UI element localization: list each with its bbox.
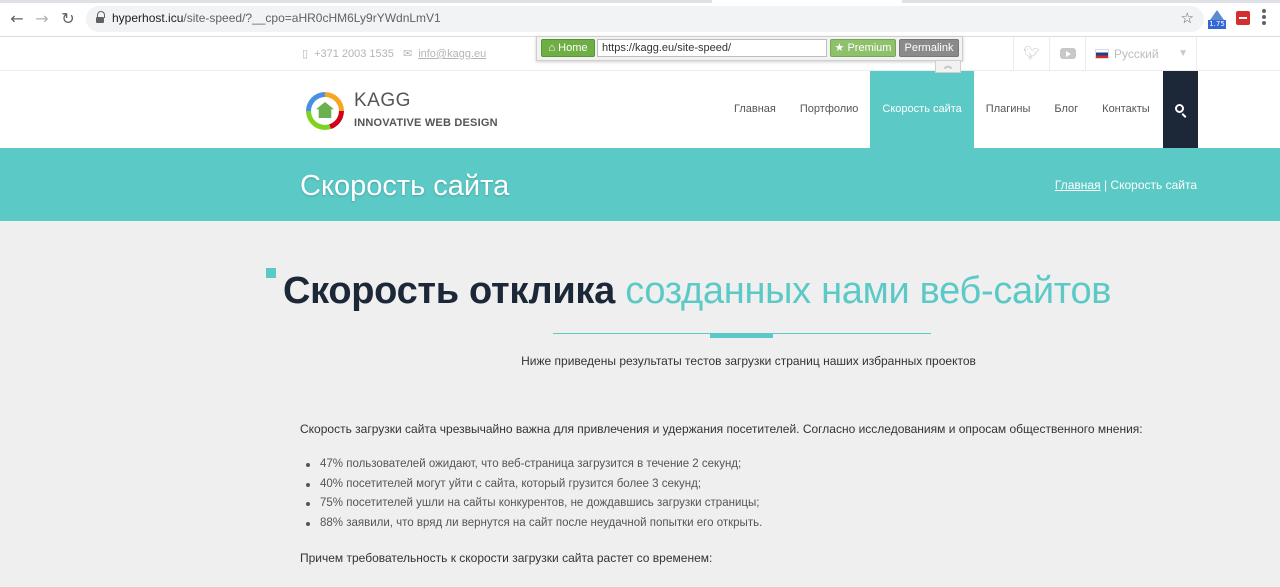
browser-menu-icon[interactable] [1262, 9, 1266, 27]
nav-item-blog[interactable]: Блог [1042, 71, 1090, 148]
language-label: Русский [1114, 46, 1159, 61]
premium-label: Premium [847, 42, 892, 54]
phone-number: +371 2003 1535 [314, 48, 394, 60]
bookmarklet-url-input[interactable]: https://kagg.eu/site-speed/ [597, 39, 827, 57]
forward-arrow-icon[interactable]: → [32, 9, 52, 29]
breadcrumb: Главная | Скорость сайта [1055, 178, 1197, 192]
language-selector[interactable]: Русский ▼ [1085, 37, 1197, 70]
youtube-icon [1059, 48, 1076, 59]
extension-icon[interactable]: 1.75 [1208, 10, 1226, 30]
heading-accent-text: созданных нами веб-сайтов [625, 270, 1112, 312]
logo-subtitle: INNOVATIVE WEB DESIGN [354, 117, 498, 129]
nav-item-home[interactable]: Главная [722, 71, 788, 148]
heading-divider-accent [710, 334, 773, 338]
bookmarklet-home-button[interactable]: ⌂ Home [541, 39, 595, 57]
url-path: /site-speed/?__cpo=aHR0cHM6Ly9rYWdnLmV1 [183, 11, 441, 25]
search-icon [1175, 104, 1184, 113]
url-host: hyperhost.icu [112, 11, 184, 25]
active-tab[interactable] [712, 0, 902, 3]
reload-icon[interactable]: ↻ [58, 9, 78, 29]
breadcrumb-separator: | [1103, 178, 1108, 192]
list-item: 88% заявили, что вряд ли вернутся на сай… [304, 516, 762, 536]
tab-strip [0, 0, 1280, 3]
list-item: 75% посетителей ушли на сайты конкуренто… [304, 496, 762, 516]
star-icon: ★ [834, 42, 848, 54]
breadcrumb-home-link[interactable]: Главная [1055, 178, 1101, 192]
extension-red-icon[interactable] [1236, 11, 1250, 25]
bookmarklet-permalink-button[interactable]: Permalink [899, 39, 959, 57]
second-paragraph: Причем требовательность к скорости загру… [300, 551, 713, 565]
breadcrumb-current: Скорость сайта [1110, 178, 1197, 192]
bookmark-star-icon[interactable]: ☆ [1181, 9, 1194, 27]
nav-item-portfolio[interactable]: Портфолио [788, 71, 871, 148]
address-bar[interactable]: hyperhost.icu/site-speed/?__cpo=aHR0cHM6… [86, 6, 1204, 32]
bookmarklet-toolbar: ⌂ Home https://kagg.eu/site-speed/ ★ Pre… [536, 36, 963, 61]
heading-accent-square [266, 268, 276, 278]
extension-badge: 1.75 [1208, 20, 1226, 29]
logo-title[interactable]: KAGG [354, 90, 411, 112]
intro-paragraph: Скорость загрузки сайта чрезвычайно важн… [300, 422, 1143, 436]
browser-toolbar: ← → ↻ hyperhost.icu/site-speed/?__cpo=aH… [0, 0, 1280, 37]
section-heading: Скорость отклика созданных нами веб-сайт… [283, 270, 1111, 313]
site-header: KAGG INNOVATIVE WEB DESIGN Главная Портф… [0, 71, 1280, 148]
search-button[interactable] [1163, 71, 1198, 148]
twitter-icon[interactable]: 🐦︎ [1013, 37, 1049, 70]
list-item: 40% посетителей могут уйти с сайта, кото… [304, 477, 762, 497]
contact-info: ▯ +371 2003 1535 ✉ info@kagg.eu [302, 47, 492, 60]
mail-icon: ✉ [402, 48, 413, 60]
bookmarklet-collapse-icon[interactable]: ︽ [935, 61, 961, 73]
heading-dark-text: Скорость отклика [283, 270, 615, 312]
home-icon: ⌂ [548, 42, 559, 54]
page-title-band: Скорость сайта Главная | Скорость сайта [0, 148, 1280, 221]
nav-item-plugins[interactable]: Плагины [974, 71, 1043, 148]
russia-flag-icon [1095, 48, 1109, 59]
nav-item-contacts[interactable]: Контакты [1090, 71, 1162, 148]
email-link[interactable]: info@kagg.eu [418, 48, 486, 60]
main-nav: Главная Портфолио Скорость сайта Плагины… [722, 71, 1162, 148]
statistics-list: 47% пользователей ожидают, что веб-стран… [304, 457, 762, 535]
phone-icon: ▯ [302, 48, 309, 60]
list-item: 47% пользователей ожидают, что веб-стран… [304, 457, 762, 477]
page-title: Скорость сайта [300, 170, 510, 202]
youtube-button[interactable] [1049, 37, 1085, 70]
bookmarklet-premium-button[interactable]: ★ Premium [830, 39, 896, 57]
home-label: Home [558, 42, 588, 54]
nav-item-site-speed[interactable]: Скорость сайта [870, 71, 974, 148]
section-subtitle: Ниже приведены результаты тестов загрузк… [521, 354, 976, 368]
address-url[interactable]: hyperhost.icu/site-speed/?__cpo=aHR0cHM6… [112, 11, 441, 25]
lock-icon[interactable] [96, 11, 105, 24]
social-links: 🐦︎ Русский ▼ [1013, 37, 1197, 70]
chevron-down-icon: ▼ [1178, 48, 1188, 59]
back-arrow-icon[interactable]: ← [7, 9, 27, 29]
